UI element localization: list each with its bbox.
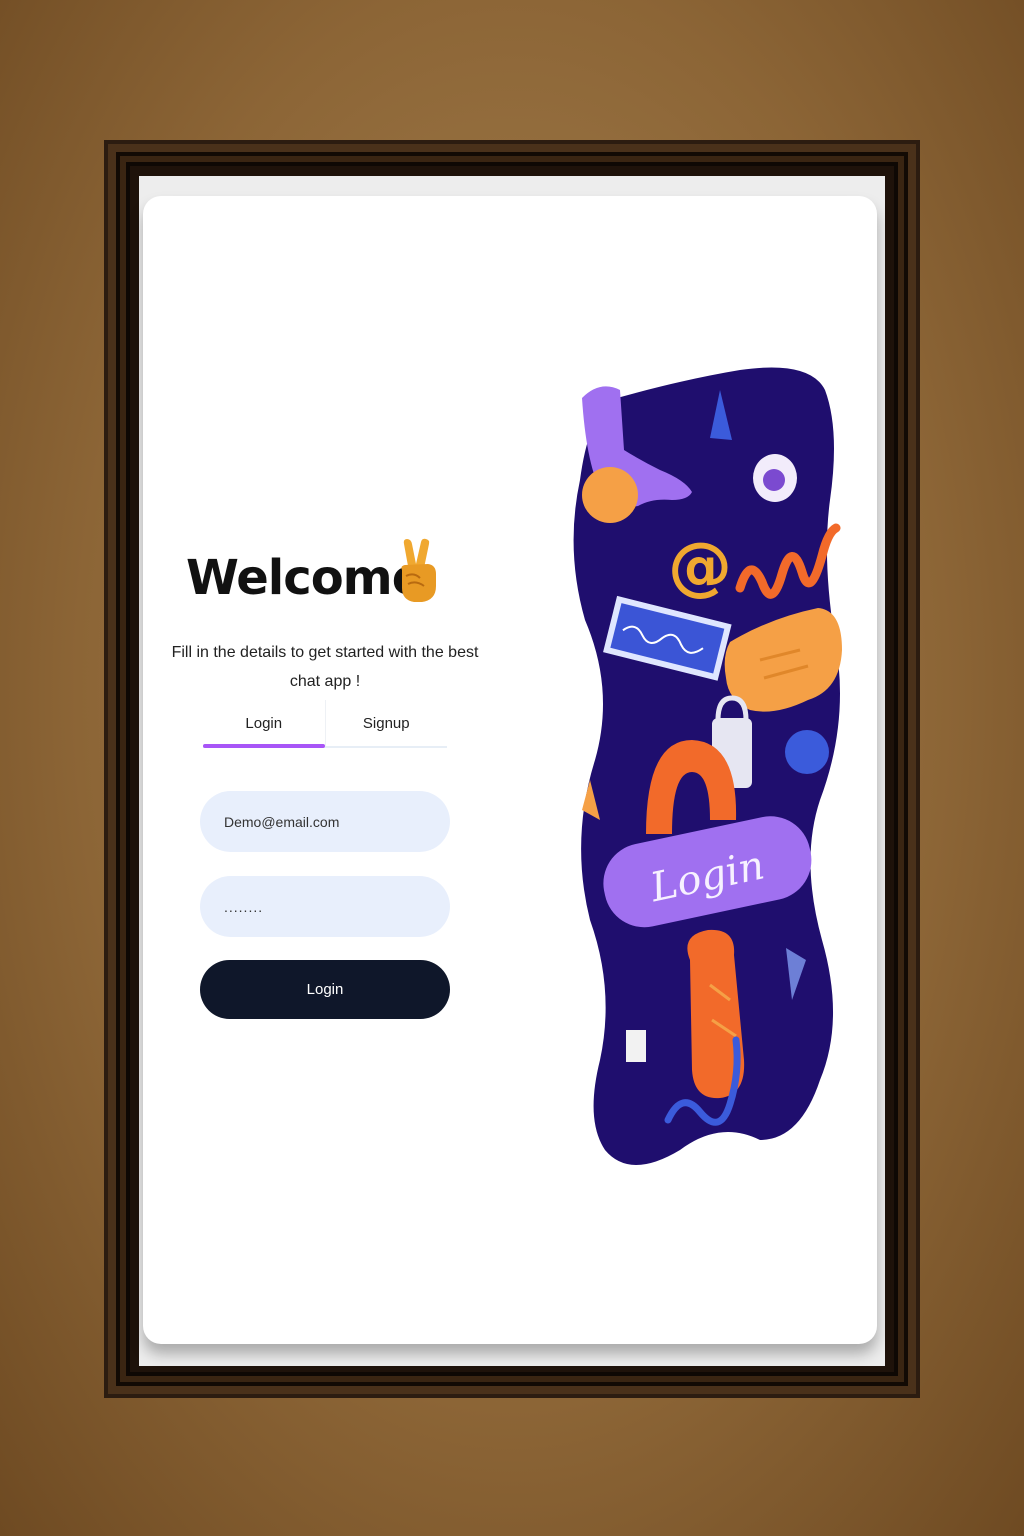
page-title: Welcome	[186, 550, 424, 606]
white-square	[626, 1030, 646, 1062]
eye-pupil	[763, 469, 785, 491]
login-button[interactable]: Login	[200, 960, 450, 1019]
at-symbol: @	[668, 530, 732, 604]
password-field[interactable]	[200, 876, 450, 937]
auth-tabs: Login Signup	[203, 700, 447, 748]
blue-ball	[785, 730, 829, 774]
page-subtitle: Fill in the details to get started with …	[171, 644, 479, 690]
tab-signup[interactable]: Signup	[326, 700, 448, 746]
email-field[interactable]	[200, 791, 450, 852]
victory-hand-icon	[401, 538, 436, 602]
orange-circle	[582, 467, 638, 523]
tab-login[interactable]: Login	[203, 700, 325, 748]
login-illustration: @ Login	[573, 367, 842, 1165]
